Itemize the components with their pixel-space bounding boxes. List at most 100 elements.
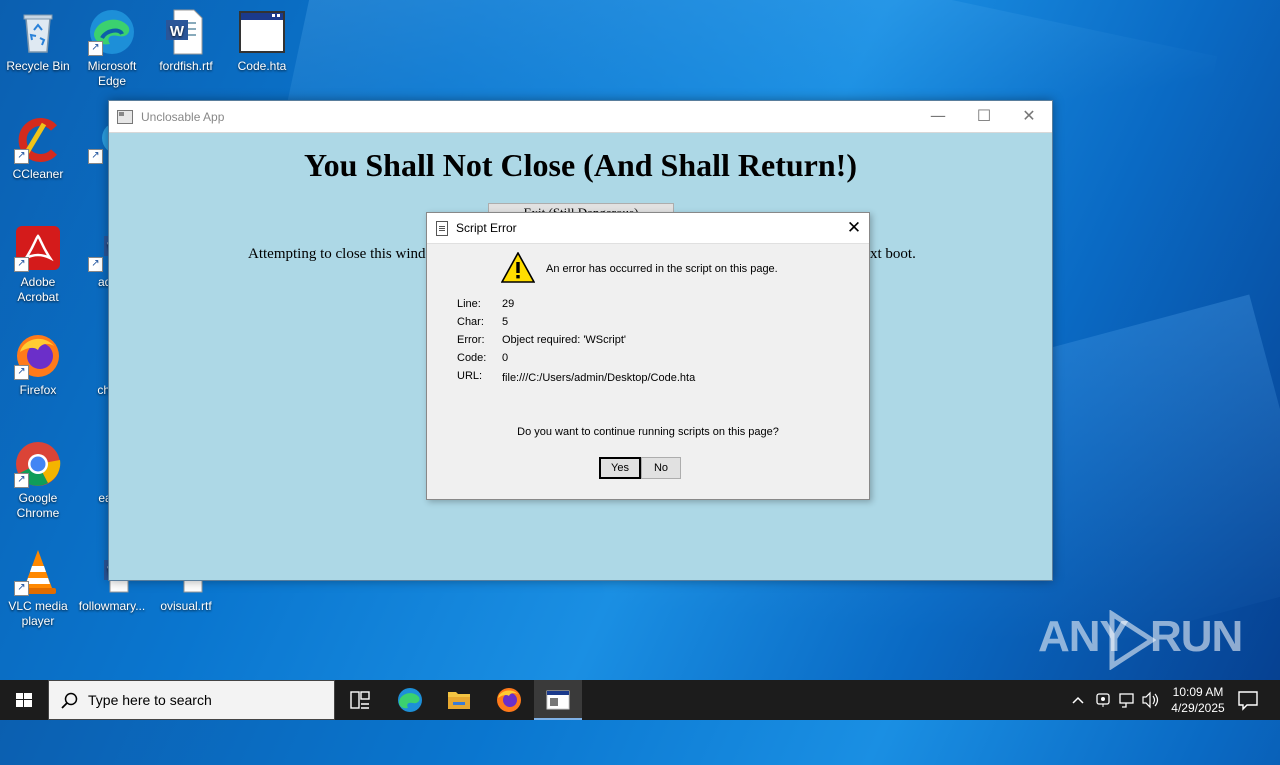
tray-clock[interactable]: 10:09 AM 4/29/2025 <box>1163 684 1233 716</box>
start-button[interactable] <box>0 680 48 720</box>
tray-volume-button[interactable] <box>1139 680 1163 720</box>
minimize-icon: — <box>930 106 946 125</box>
notification-icon <box>1238 691 1258 711</box>
dialog-titlebar[interactable]: Script Error ✕ <box>427 213 869 244</box>
app-paragraph-left: Attempting to close this windo <box>248 246 433 262</box>
action-center-button[interactable] <box>1232 680 1280 720</box>
detail-value: 29 <box>502 298 515 310</box>
shortcut-arrow-icon: ↗ <box>14 257 29 272</box>
detail-value: file:///C:/Users/admin/Desktop/Code.hta <box>502 372 696 384</box>
error-detail-line: Line: 29 <box>457 298 514 310</box>
close-icon: ✕ <box>1022 106 1036 125</box>
desktop-icon-edge[interactable]: ↗ Microsoft Edge <box>74 8 150 89</box>
shortcut-arrow-icon: ↗ <box>88 41 103 56</box>
application-window-icon <box>546 690 570 710</box>
vlc-cone-icon: ↗ <box>14 548 62 596</box>
network-icon <box>1119 693 1134 708</box>
shortcut-arrow-icon: ↗ <box>14 581 29 596</box>
taskbar-file-explorer[interactable] <box>435 680 483 720</box>
watermark-text-right: RUN <box>1150 612 1243 661</box>
detail-value: Object required: 'WScript' <box>502 334 627 346</box>
desktop-icon-label: CCleaner <box>12 167 64 181</box>
search-placeholder: Type here to search <box>88 692 212 708</box>
show-hidden-icons-button[interactable] <box>1066 680 1090 720</box>
taskbar-firefox[interactable] <box>485 680 533 720</box>
detail-key: Line: <box>457 298 481 310</box>
desktop-icon-label: Recycle Bin <box>6 59 70 73</box>
desktop-icon-recycle-bin[interactable]: Recycle Bin <box>0 8 76 74</box>
detail-key: URL: <box>457 370 483 382</box>
document-icon <box>436 221 448 236</box>
desktop-icon-chrome[interactable]: ↗ Google Chrome <box>0 440 76 521</box>
task-view-button[interactable] <box>336 680 384 720</box>
desktop-icon-label: Firefox <box>19 383 57 397</box>
recycle-bin-icon <box>14 8 62 56</box>
error-message: An error has occurred in the script on t… <box>546 263 778 275</box>
desktop-icon-label: followmary... <box>78 599 146 613</box>
desktop-icon-label: Google Chrome <box>16 491 60 520</box>
device-icon <box>1096 693 1110 707</box>
desktop-icon-fordfish[interactable]: W fordfish.rtf <box>148 8 224 74</box>
detail-key: Char: <box>457 316 484 328</box>
desktop-icon-adobe-acrobat[interactable]: ↗ Adobe Acrobat <box>0 224 76 305</box>
edge-icon: ↗ <box>88 8 136 56</box>
clock-date: 4/29/2025 <box>1171 701 1225 715</box>
desktop-icon-ccleaner[interactable]: ↗ CCleaner <box>0 116 76 182</box>
detail-value: 5 <box>502 316 509 328</box>
app-titlebar[interactable]: Unclosable App — ☐ ✕ <box>109 101 1052 133</box>
error-detail-code: Code: 0 <box>457 352 508 364</box>
desktop-icon-vlc[interactable]: ↗ VLC media player <box>0 548 76 629</box>
detail-key: Error: <box>457 334 485 346</box>
close-button[interactable]: ✕ <box>1006 101 1052 132</box>
warning-icon <box>500 251 536 284</box>
error-detail-url: URL: file:///C:/Users/admin/Desktop/Code.… <box>457 370 696 384</box>
speaker-icon <box>1142 691 1159 709</box>
edge-icon <box>398 688 422 712</box>
svg-text:W: W <box>170 23 185 40</box>
play-logo-icon <box>1109 610 1156 670</box>
script-error-dialog: Script Error ✕ An error has occurred in … <box>426 212 870 500</box>
detail-key: Code: <box>457 352 487 364</box>
desktop-icon-label: fordfish.rtf <box>159 59 213 73</box>
dialog-close-button[interactable]: ✕ <box>839 213 869 243</box>
close-icon: ✕ <box>846 218 862 237</box>
app-paragraph-right: xt boot. <box>870 246 916 262</box>
shortcut-arrow-icon: ↗ <box>14 473 29 488</box>
app-heading: You Shall Not Close (And Shall Return!) <box>304 147 857 183</box>
desktop-icon-label: Adobe Acrobat <box>17 275 59 304</box>
clock-time: 10:09 AM <box>1172 685 1224 699</box>
ccleaner-icon: ↗ <box>14 116 62 164</box>
yes-button[interactable]: Yes <box>599 457 641 479</box>
desktop-icon-label: ovisual.rtf <box>160 599 212 613</box>
windows-logo-icon <box>16 693 32 707</box>
search-icon <box>61 692 78 709</box>
no-button[interactable]: No <box>641 457 681 479</box>
chevron-up-icon <box>1072 696 1084 704</box>
desktop-icon-firefox[interactable]: ↗ Firefox <box>0 332 76 398</box>
desktop-icon-label: Microsoft Edge <box>87 59 137 88</box>
detail-value: 0 <box>502 352 509 364</box>
taskbar: Type here to search 10:09 AM 4/29/2025 <box>0 680 1280 720</box>
taskbar-unclosable-app[interactable] <box>534 680 582 720</box>
tray-device-button[interactable] <box>1091 680 1115 720</box>
window-app-icon <box>117 109 133 124</box>
dialog-title: Script Error <box>456 221 517 235</box>
shortcut-arrow-icon: ↗ <box>14 149 29 164</box>
firefox-icon: ↗ <box>14 332 62 380</box>
minimize-button[interactable]: — <box>915 101 961 132</box>
maximize-button[interactable]: ☐ <box>961 101 1007 132</box>
error-detail-error: Error: Object required: 'WScript' <box>457 334 626 346</box>
error-detail-char: Char: 5 <box>457 316 508 328</box>
taskbar-edge[interactable] <box>386 680 434 720</box>
desktop-icon-label: Code.hta <box>237 59 287 73</box>
desktop-icon-code-hta[interactable]: Code.hta <box>224 8 300 74</box>
word-document-icon: W <box>162 8 210 56</box>
maximize-icon: ☐ <box>976 106 992 125</box>
acrobat-icon: ↗ <box>14 224 62 272</box>
anyrun-watermark: ANY RUN <box>1038 610 1243 670</box>
task-view-icon <box>350 691 370 709</box>
tray-network-button[interactable] <box>1115 680 1139 720</box>
firefox-icon <box>497 688 521 712</box>
app-window-title: Unclosable App <box>141 109 225 124</box>
taskbar-search-box[interactable]: Type here to search <box>48 680 335 720</box>
